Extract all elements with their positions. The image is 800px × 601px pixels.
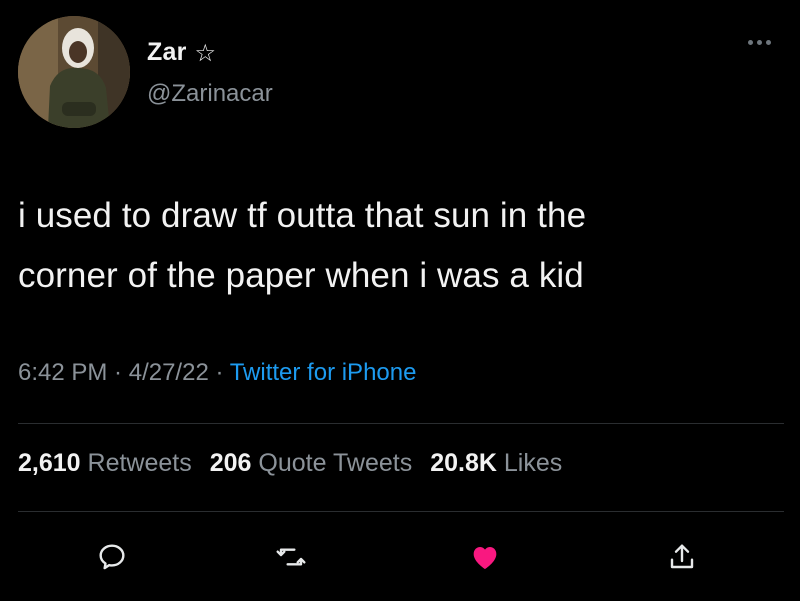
- author-handle[interactable]: @Zarinacar: [147, 80, 273, 108]
- author-name-row: Zar ☆: [147, 38, 216, 67]
- meta-separator: ·: [208, 359, 230, 386]
- tweet-time[interactable]: 6:42 PM: [18, 359, 107, 386]
- reply-button[interactable]: [92, 537, 132, 577]
- divider: [18, 511, 784, 512]
- more-dot: [766, 40, 771, 45]
- likes-count: 20.8K: [430, 449, 497, 477]
- likes-stat[interactable]: 20.8K Likes: [430, 449, 562, 477]
- share-icon: [670, 544, 694, 569]
- author-name[interactable]: Zar: [147, 38, 187, 67]
- retweets-label: Retweets: [87, 449, 192, 477]
- more-dot: [748, 40, 753, 45]
- reply-icon: [99, 544, 125, 570]
- like-icon: [473, 547, 497, 569]
- retweets-stat[interactable]: 2,610 Retweets: [18, 449, 210, 477]
- star-icon: ☆: [194, 38, 217, 67]
- avatar[interactable]: [18, 16, 130, 128]
- share-button[interactable]: [662, 537, 702, 577]
- tweet-text-line: corner of the paper when i was a kid: [18, 256, 584, 295]
- avatar-image: [18, 16, 130, 128]
- action-bar: [0, 537, 800, 577]
- engagement-stats: 2,610 Retweets 206 Quote Tweets 20.8K Like…: [18, 449, 562, 478]
- tweet-text: i used to draw tf outta that sun in the …: [18, 186, 778, 306]
- retweet-icon: [276, 548, 306, 566]
- divider: [18, 423, 784, 424]
- tweet-source-link[interactable]: Twitter for iPhone: [230, 359, 417, 386]
- likes-label: Likes: [503, 449, 563, 477]
- retweet-button[interactable]: [271, 537, 311, 577]
- like-button[interactable]: [465, 537, 505, 577]
- quotes-count: 206: [209, 449, 252, 477]
- quotes-label: Quote Tweets: [258, 449, 413, 477]
- retweets-count: 2,610: [18, 449, 81, 477]
- tweet-text-line: i used to draw tf outta that sun in the: [18, 196, 587, 235]
- tweet-meta: 6:42 PM · 4/27/22 · Twitter for iPhone: [18, 359, 416, 387]
- more-dot: [757, 40, 762, 45]
- tweet-card: Zar ☆ @Zarinacar i used to draw tf outta…: [0, 0, 800, 601]
- more-icon[interactable]: [748, 40, 771, 45]
- meta-separator: ·: [107, 359, 129, 386]
- tweet-date[interactable]: 4/27/22: [129, 359, 209, 386]
- quotes-stat[interactable]: 206 Quote Tweets: [210, 449, 430, 477]
